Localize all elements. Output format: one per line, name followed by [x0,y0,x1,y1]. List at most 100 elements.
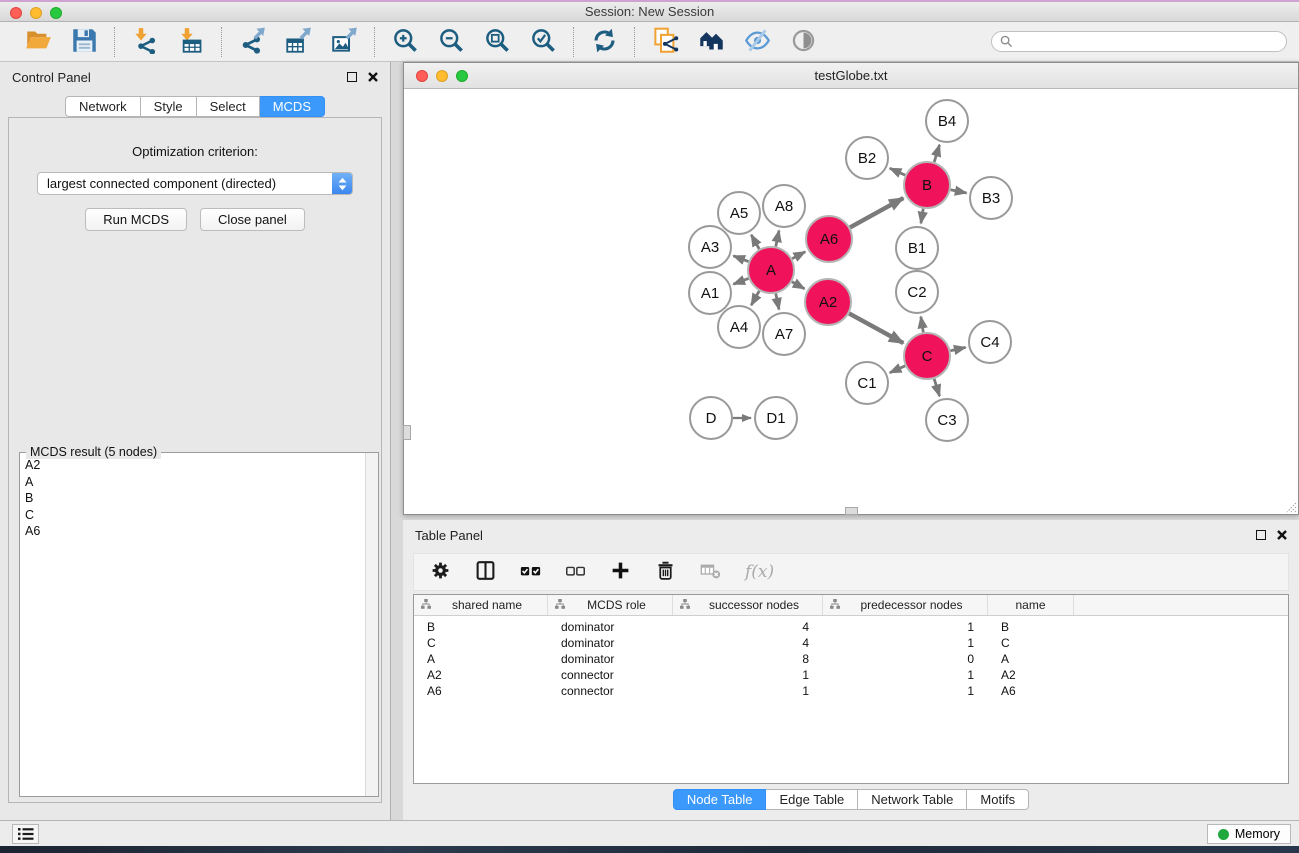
tab-style[interactable]: Style [141,96,197,117]
search-input[interactable] [1018,33,1278,50]
import-table-button[interactable] [176,27,206,57]
tree-column-icon [677,598,690,612]
edge-C-C3 [934,379,939,396]
save-session-button[interactable] [69,27,99,57]
home-button[interactable] [696,27,726,57]
graph-node-A8[interactable]: A8 [763,185,805,227]
network-graph-canvas[interactable]: B4 B2 B B3 A8 A5 A6 A3 B1 A A1 C2 A2 A4A7 C4 C C1 D D1 C3 [404,90,1298,515]
table-tab-node-table[interactable]: Node Table [673,789,767,810]
close-table-panel-icon[interactable] [1277,530,1287,540]
copy-style-button[interactable] [650,27,680,57]
graph-node-C1[interactable]: C1 [846,362,888,404]
zoom-fit-button[interactable] [482,27,512,57]
graph-node-C2[interactable]: C2 [896,271,938,313]
export-network-button[interactable] [237,27,267,57]
svg-text:A3: A3 [701,239,719,256]
graph-node-B2[interactable]: B2 [846,137,888,179]
graph-node-A5[interactable]: A5 [718,192,760,234]
table-row[interactable]: Bdominator41B [414,619,1288,635]
graph-node-C[interactable]: C [904,333,950,379]
tab-select[interactable]: Select [197,96,260,117]
tab-mcds[interactable]: MCDS [260,96,325,117]
zoom-in-button[interactable] [390,27,420,57]
graph-node-A3[interactable]: A3 [689,226,731,268]
bottom-splitter-thumb[interactable] [845,507,858,515]
zoom-network-button[interactable] [456,70,468,82]
memory-button[interactable]: Memory [1207,824,1291,844]
node-table[interactable]: shared nameMCDS rolesuccessor nodesprede… [413,594,1289,784]
home-icon [698,27,725,57]
graph-node-C3[interactable]: C3 [926,399,968,441]
zoom-out-button[interactable] [436,27,466,57]
export-image-button[interactable] [329,27,359,57]
close-panel-icon[interactable] [368,72,378,82]
graph-node-B1[interactable]: B1 [896,227,938,269]
graph-node-A4[interactable]: A4 [718,306,760,348]
task-history-button[interactable] [12,824,39,844]
hide-selected-button[interactable] [742,27,772,57]
export-table-button[interactable] [283,27,313,57]
search-icon [1000,35,1013,48]
zoom-selected-button[interactable] [528,27,558,57]
column-header-MCDS-role[interactable]: MCDS role [548,595,673,615]
table-row[interactable]: Cdominator41C [414,635,1288,651]
graph-node-A6[interactable]: A6 [806,216,852,262]
float-table-panel-icon[interactable] [1256,530,1266,540]
graph-node-A[interactable]: A [748,247,794,293]
table-tab-network-table[interactable]: Network Table [858,789,967,810]
tab-network[interactable]: Network [65,96,141,117]
result-item[interactable]: B [25,490,378,507]
column-header-shared-name[interactable]: shared name [414,595,548,615]
split-view-button[interactable] [475,560,496,584]
graph-node-D[interactable]: D [690,397,732,439]
refresh-icon [591,27,618,57]
float-panel-icon[interactable] [347,72,357,82]
open-session-button[interactable] [23,27,53,57]
result-item[interactable]: A [25,474,378,491]
left-splitter-thumb[interactable] [403,425,411,440]
add-column-button[interactable] [610,560,631,584]
graph-node-B[interactable]: B [904,162,950,208]
minimize-network-button[interactable] [436,70,448,82]
close-window-button[interactable] [10,7,22,19]
graph-node-C4[interactable]: C4 [969,321,1011,363]
search-box [991,31,1287,52]
table-row[interactable]: Adominator80A [414,651,1288,667]
network-window-titlebar[interactable]: testGlobe.txt [404,63,1298,89]
graph-node-B4[interactable]: B4 [926,100,968,142]
refresh-button[interactable] [589,27,619,57]
column-header-name[interactable]: name [988,595,1074,615]
column-header-successor-nodes[interactable]: successor nodes [673,595,823,615]
select-all-checks-button[interactable] [520,560,541,584]
column-header-predecessor-nodes[interactable]: predecessor nodes [823,595,988,615]
table-tabs: Node TableEdge TableNetwork TableMotifs [403,789,1299,810]
table-tab-motifs[interactable]: Motifs [967,789,1029,810]
table-tab-edge-table[interactable]: Edge Table [766,789,858,810]
table-row[interactable]: A6connector11A6 [414,683,1288,699]
result-scrollbar[interactable] [365,453,378,796]
settings-gear-button[interactable] [430,560,451,584]
run-mcds-button[interactable]: Run MCDS [85,208,187,231]
result-item[interactable]: C [25,507,378,524]
zoom-window-button[interactable] [50,7,62,19]
close-panel-button[interactable]: Close panel [200,208,305,231]
delete-column-button[interactable] [655,560,676,584]
deselect-all-button[interactable] [565,560,586,584]
import-network-button[interactable] [130,27,160,57]
show-hidden-button[interactable] [788,27,818,57]
table-row[interactable]: A2connector11A2 [414,667,1288,683]
function-fx-icon: f(x) [745,562,774,582]
graph-node-B3[interactable]: B3 [970,177,1012,219]
graph-node-A7[interactable]: A7 [763,313,805,355]
graph-node-A1[interactable]: A1 [689,272,731,314]
optimization-criterion-select[interactable]: largest connected component (directed) [37,172,353,195]
svg-text:D: D [706,410,717,427]
result-item[interactable]: A6 [25,523,378,540]
graph-node-A2[interactable]: A2 [805,279,851,325]
graph-node-D1[interactable]: D1 [755,397,797,439]
close-network-button[interactable] [416,70,428,82]
result-item[interactable]: A2 [25,457,378,474]
minimize-window-button[interactable] [30,7,42,19]
svg-text:A5: A5 [730,205,748,222]
resize-grip[interactable] [1283,499,1297,513]
